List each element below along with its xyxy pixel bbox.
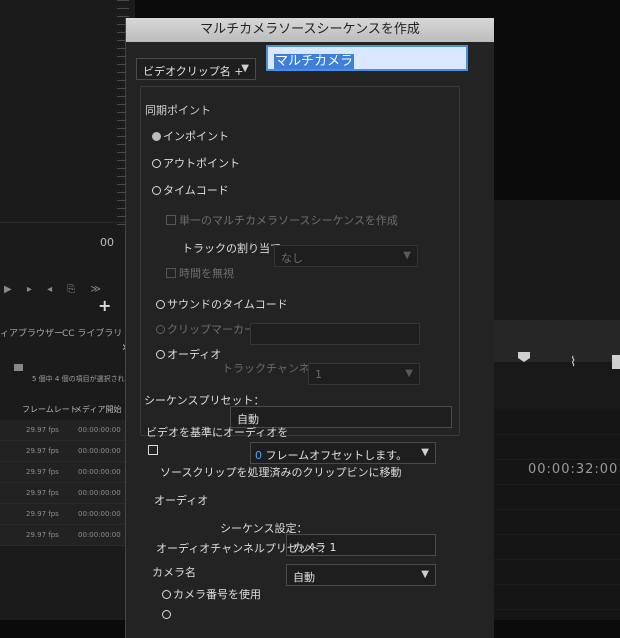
chevron-down-icon: ▼ bbox=[241, 62, 249, 74]
chevron-down-icon: ▼ bbox=[421, 568, 429, 580]
radio-out-point[interactable]: アウトポイント bbox=[152, 155, 240, 171]
table-row[interactable]: 29.97 fps 00:00:00:00 bbox=[0, 420, 134, 441]
radio-clip-marker[interactable]: クリップマーカー bbox=[156, 321, 255, 337]
ignore-time-checkbox[interactable]: 時間を無視 bbox=[166, 265, 234, 281]
add-button[interactable]: + bbox=[98, 296, 111, 315]
radio-sound-timecode[interactable]: サウンドのタイムコード bbox=[156, 296, 288, 312]
radio-icon bbox=[156, 325, 165, 334]
panel-divider bbox=[0, 222, 125, 223]
track-channel-label: トラックチャンネル bbox=[222, 362, 321, 375]
clip-marker-dropdown[interactable] bbox=[250, 323, 420, 345]
radio-camera-number[interactable]: カメラ番号を使用 bbox=[162, 586, 261, 602]
track-channel-value: 1 bbox=[315, 368, 322, 381]
checkbox-icon bbox=[166, 268, 176, 278]
radio-audio[interactable]: オーディオ bbox=[156, 346, 221, 362]
audio-channel-preset-label: オーディオチャンネルプリセット： bbox=[156, 542, 331, 555]
radio-icon bbox=[162, 610, 171, 619]
track-channel-dropdown[interactable]: 1 ▼ bbox=[308, 363, 420, 385]
single-source-checkbox[interactable]: 単一のマルチカメラソースシーケンスを作成 bbox=[166, 212, 398, 228]
sequence-name-value: マルチカメラ bbox=[274, 54, 355, 69]
track-assign-dropdown[interactable]: なし ▼ bbox=[274, 245, 418, 267]
tab-media-browser[interactable]: ィアブラウザー bbox=[0, 326, 63, 339]
table-row[interactable]: 29.97 fps 00:00:00:00 bbox=[0, 525, 134, 546]
col-frame-rate[interactable]: フレームレート bbox=[22, 404, 78, 415]
name-source-dropdown[interactable]: ビデオクリップ名 + ▼ bbox=[136, 58, 256, 80]
radio-icon bbox=[156, 350, 165, 359]
transport-controls[interactable]: ▶ ▸ ◂ ⎘ ≫ bbox=[4, 284, 107, 295]
project-list: 29.97 fps 00:00:00:00 29.97 fps 00:00:00:0… bbox=[0, 420, 134, 546]
audio-section-label: オーディオ bbox=[154, 494, 209, 507]
multicam-dialog: マルチカメラソースシーケンスを作成 ビデオクリップ名 + ▼ マルチカメラ 同期… bbox=[125, 18, 494, 638]
chevron-down-icon: ▼ bbox=[405, 367, 413, 379]
radio-icon bbox=[152, 186, 161, 195]
name-source-value: ビデオクリップ名 + bbox=[143, 65, 244, 78]
chevron-down-icon: ▼ bbox=[403, 249, 411, 261]
sync-point-label: 同期ポイント bbox=[142, 102, 214, 118]
sequence-name-input[interactable]: マルチカメラ bbox=[266, 45, 468, 71]
camera-name-label: カメラ名 bbox=[152, 566, 196, 579]
radio-camera-option-2[interactable] bbox=[162, 608, 173, 621]
timeline-toolbar bbox=[478, 320, 620, 362]
radio-selected-icon bbox=[152, 132, 161, 141]
table-row[interactable]: 29.97 fps 00:00:00:00 bbox=[0, 441, 134, 462]
chevron-down-icon: ▼ bbox=[421, 446, 429, 458]
offset-value[interactable]: 0 bbox=[255, 449, 262, 462]
radio-timecode[interactable]: タイムコード bbox=[152, 182, 229, 198]
audio-channel-preset-dropdown[interactable]: 自動 ▼ bbox=[286, 564, 436, 586]
offset-suffix: フレームオフセットします。 bbox=[265, 449, 408, 462]
radio-in-point[interactable]: インポイント bbox=[152, 128, 229, 144]
source-timecode: 00 bbox=[100, 236, 114, 249]
table-row[interactable]: 29.97 fps 00:00:00:00 bbox=[0, 483, 134, 504]
audio-channel-preset-value: 自動 bbox=[293, 571, 315, 584]
project-columns-header: フレームレート メディア開始 bbox=[0, 398, 135, 418]
move-clips-label: ソースクリップを処理済みのクリップビンに移動 bbox=[160, 466, 402, 479]
timeline-panel bbox=[478, 200, 620, 620]
dialog-title: マルチカメラソースシーケンスを作成 bbox=[126, 18, 494, 42]
snap-icon[interactable]: ⌇ bbox=[570, 355, 576, 370]
timeline-timecode: 00:00:32:00 bbox=[528, 462, 619, 477]
timeline-tracks bbox=[478, 410, 620, 620]
radio-icon bbox=[152, 159, 161, 168]
radio-icon bbox=[156, 300, 165, 309]
checkbox-icon bbox=[148, 445, 158, 455]
folder-icon[interactable] bbox=[14, 364, 23, 371]
checkbox-icon bbox=[166, 215, 176, 225]
offset-label: ビデオを基準にオーディオを bbox=[146, 426, 289, 439]
offset-field[interactable]: 0 フレームオフセットします。 ▼ bbox=[250, 442, 436, 464]
table-row[interactable]: 29.97 fps 00:00:00:00 bbox=[0, 504, 134, 525]
radio-icon bbox=[162, 590, 171, 599]
tab-libraries[interactable]: CC ライブラリ bbox=[62, 326, 122, 339]
linked-selection-icon[interactable] bbox=[612, 355, 620, 369]
move-clips-checkbox[interactable] bbox=[148, 444, 161, 457]
track-assign-value: なし bbox=[281, 252, 303, 265]
panel-tabs: ィアブラウザー CC ライブラリ bbox=[0, 322, 135, 344]
col-media-start[interactable]: メディア開始 bbox=[74, 404, 121, 415]
table-row[interactable]: 29.97 fps 00:00:00:00 bbox=[0, 462, 134, 483]
